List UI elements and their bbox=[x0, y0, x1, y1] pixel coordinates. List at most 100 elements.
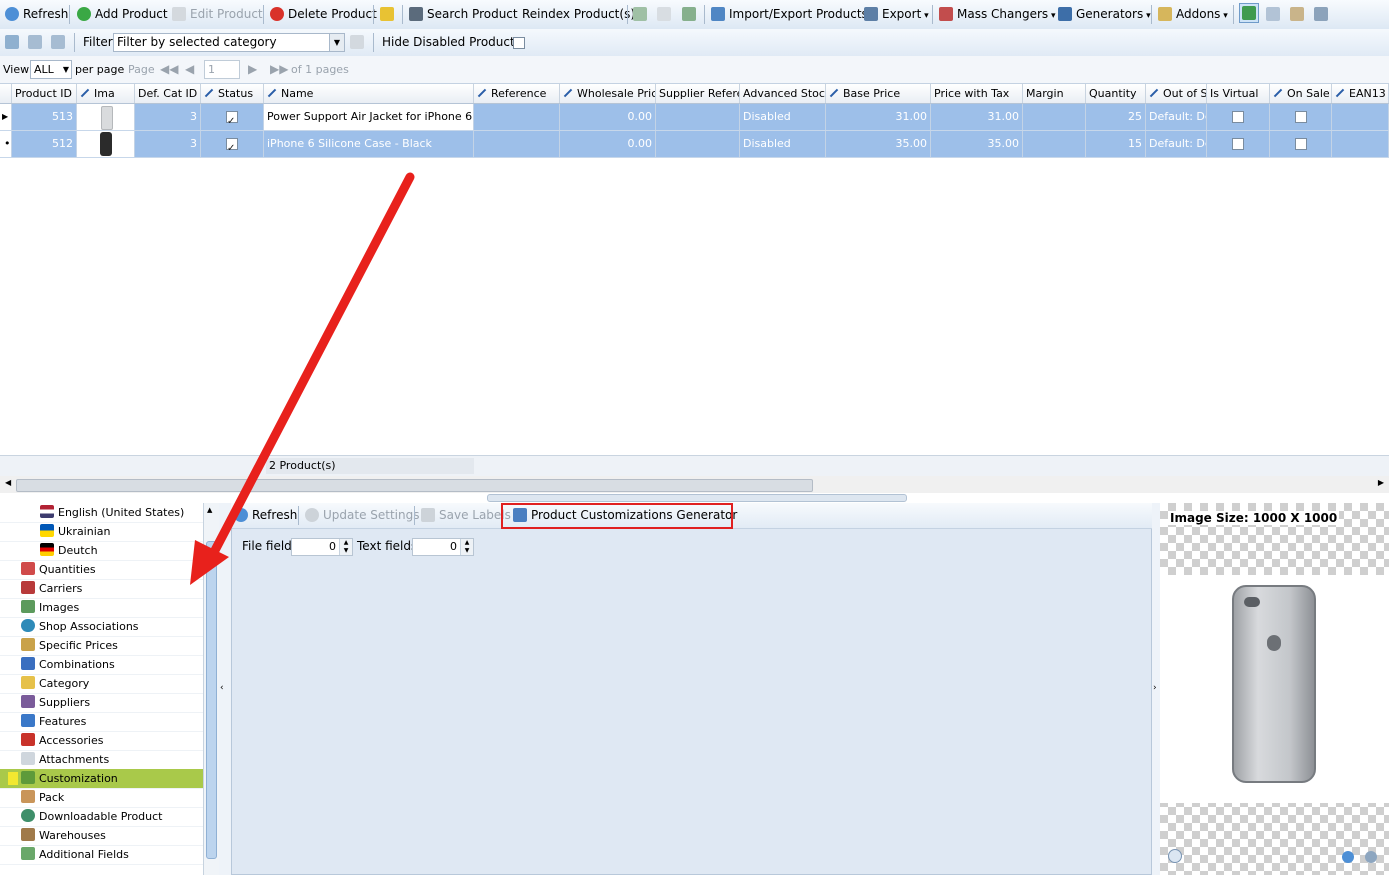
column-header-margin[interactable]: Margin bbox=[1023, 84, 1086, 103]
column-header-advanced-stock[interactable]: Advanced Stock bbox=[740, 84, 826, 103]
zoom-actual-icon[interactable] bbox=[1168, 849, 1182, 863]
column-header-out-of-stock[interactable]: Out of S bbox=[1146, 84, 1207, 103]
reindex-button[interactable]: Reindex Product(s) bbox=[522, 4, 635, 25]
list-item-additional-fields[interactable]: Additional Fields bbox=[0, 845, 222, 865]
product-id-cell[interactable]: 512 bbox=[12, 131, 77, 157]
list-item-accessories[interactable]: Accessories bbox=[0, 731, 222, 751]
filter-select[interactable]: Filter by selected category ▼ bbox=[113, 33, 345, 52]
status-checkbox[interactable] bbox=[226, 109, 238, 130]
list-item-features[interactable]: Features bbox=[0, 712, 222, 732]
is-virtual-checkbox[interactable] bbox=[1232, 111, 1244, 123]
base-price-cell[interactable]: 35.00 bbox=[826, 131, 931, 157]
refresh-button[interactable]: Refresh bbox=[5, 4, 68, 25]
column-header-ean13[interactable]: EAN13 bbox=[1332, 84, 1389, 103]
table-row[interactable]: • 512 3 iPhone 6 Silicone Case - Black 0… bbox=[0, 131, 1389, 158]
rotate-icon[interactable] bbox=[1342, 851, 1354, 863]
quantity-cell[interactable]: 15 bbox=[1086, 131, 1146, 157]
name-cell[interactable]: iPhone 6 Silicone Case - Black bbox=[264, 131, 474, 157]
on-sale-cell[interactable] bbox=[1270, 104, 1332, 130]
list-item-suppliers[interactable]: Suppliers bbox=[0, 693, 222, 713]
quantity-cell[interactable]: 25 bbox=[1086, 104, 1146, 130]
file-fields-stepper[interactable]: 0 ▲ ▼ bbox=[291, 538, 353, 556]
panel-splitter[interactable] bbox=[487, 494, 907, 502]
list-item-quantities[interactable]: Quantities bbox=[0, 560, 222, 580]
row-selector-header[interactable] bbox=[0, 84, 12, 103]
ean13-cell[interactable] bbox=[1332, 131, 1389, 157]
wholesale-price-cell[interactable]: 0.00 bbox=[560, 104, 656, 130]
collapse-right-icon[interactable]: › bbox=[1153, 683, 1157, 693]
last-page-button[interactable]: ▶▶ bbox=[270, 59, 288, 80]
is-virtual-cell[interactable] bbox=[1207, 131, 1270, 157]
sort-down-button[interactable] bbox=[51, 32, 69, 53]
price-with-tax-cell[interactable]: 35.00 bbox=[931, 131, 1023, 157]
add-product-button[interactable]: Add Product bbox=[77, 4, 168, 25]
margin-cell[interactable] bbox=[1023, 131, 1086, 157]
collapse-left-icon[interactable]: ‹ bbox=[220, 683, 224, 693]
column-header-image[interactable]: Ima bbox=[77, 84, 135, 103]
collapse-left-handle[interactable]: ‹ bbox=[219, 503, 231, 875]
sync-toggle[interactable] bbox=[1239, 3, 1259, 23]
list-item-carriers[interactable]: Carriers bbox=[0, 579, 222, 599]
customization-refresh-button[interactable]: Refresh bbox=[234, 505, 297, 526]
addons-dropdown[interactable]: Addons bbox=[1158, 4, 1228, 25]
grid-view-button[interactable] bbox=[1266, 4, 1284, 25]
status-cell[interactable] bbox=[201, 131, 264, 157]
columns-button[interactable] bbox=[1314, 4, 1332, 25]
save-labels-button[interactable]: Save Labels bbox=[421, 505, 511, 526]
status-cell[interactable] bbox=[201, 104, 264, 130]
duplicate-button[interactable] bbox=[682, 4, 700, 25]
column-header-supplier-reference[interactable]: Supplier Referen bbox=[656, 84, 740, 103]
page-input[interactable]: 1 bbox=[204, 60, 240, 79]
base-price-cell[interactable]: 31.00 bbox=[826, 104, 931, 130]
text-fields-stepper[interactable]: 0 ▲ ▼ bbox=[412, 538, 474, 556]
sort-up-button[interactable] bbox=[28, 32, 46, 53]
star-icon-button[interactable] bbox=[380, 4, 398, 25]
is-virtual-cell[interactable] bbox=[1207, 104, 1270, 130]
scrollbar-thumb[interactable] bbox=[206, 541, 217, 859]
out-of-stock-cell[interactable]: Default: De bbox=[1146, 131, 1207, 157]
mass-changers-dropdown[interactable]: Mass Changers bbox=[939, 4, 1056, 25]
table-row[interactable]: ▶ 513 3 Power Support Air Jacket for iPh… bbox=[0, 104, 1389, 131]
list-item-images[interactable]: Images bbox=[0, 598, 222, 618]
advanced-stock-cell[interactable]: Disabled bbox=[740, 104, 826, 130]
on-sale-checkbox[interactable] bbox=[1295, 138, 1307, 150]
supplier-reference-cell[interactable] bbox=[656, 131, 740, 157]
clear-filter-button[interactable] bbox=[350, 32, 368, 53]
search-product-button[interactable]: Search Product bbox=[409, 4, 518, 25]
hide-disabled-checkbox[interactable] bbox=[513, 37, 525, 49]
update-settings-button[interactable]: Update Settings bbox=[305, 505, 420, 526]
scrollbar-thumb[interactable] bbox=[16, 479, 813, 492]
paste-button[interactable] bbox=[657, 4, 675, 25]
collapse-right-handle[interactable]: › bbox=[1152, 503, 1160, 875]
column-header-price-with-tax[interactable]: Price with Tax bbox=[931, 84, 1023, 103]
zoom-icon[interactable] bbox=[1365, 851, 1377, 863]
list-item-category[interactable]: Category bbox=[0, 674, 222, 694]
def-cat-id-cell[interactable]: 3 bbox=[135, 104, 201, 130]
name-cell[interactable]: Power Support Air Jacket for iPhone 6 - … bbox=[264, 104, 474, 130]
column-header-product-id[interactable]: Product ID bbox=[12, 84, 77, 103]
scroll-up-icon[interactable]: ▲ bbox=[207, 506, 212, 514]
def-cat-id-cell[interactable]: 3 bbox=[135, 131, 201, 157]
ean13-cell[interactable] bbox=[1332, 104, 1389, 130]
edit-product-button[interactable]: Edit Product bbox=[172, 4, 263, 25]
wholesale-price-cell[interactable]: 0.00 bbox=[560, 131, 656, 157]
product-thumbnail[interactable] bbox=[77, 131, 135, 157]
column-header-status[interactable]: Status bbox=[201, 84, 264, 103]
next-page-button[interactable]: ▶ bbox=[248, 59, 257, 80]
list-item-combinations[interactable]: Combinations bbox=[0, 655, 222, 675]
supplier-reference-cell[interactable] bbox=[656, 104, 740, 130]
on-sale-cell[interactable] bbox=[1270, 131, 1332, 157]
scroll-right-icon[interactable]: ▶ bbox=[1378, 478, 1384, 487]
prev-page-button[interactable]: ◀ bbox=[185, 59, 194, 80]
reference-cell[interactable] bbox=[474, 104, 560, 130]
margin-cell[interactable] bbox=[1023, 104, 1086, 130]
category-tree-button[interactable] bbox=[5, 32, 23, 53]
view-select[interactable]: ALL ▼ bbox=[30, 60, 72, 79]
column-header-quantity[interactable]: Quantity bbox=[1086, 84, 1146, 103]
scroll-left-icon[interactable]: ◀ bbox=[5, 478, 11, 487]
is-virtual-checkbox[interactable] bbox=[1232, 138, 1244, 150]
out-of-stock-cell[interactable]: Default: De bbox=[1146, 104, 1207, 130]
list-item-specific-prices[interactable]: Specific Prices bbox=[0, 636, 222, 656]
status-checkbox[interactable] bbox=[226, 136, 238, 157]
list-item-warehouses[interactable]: Warehouses bbox=[0, 826, 222, 846]
